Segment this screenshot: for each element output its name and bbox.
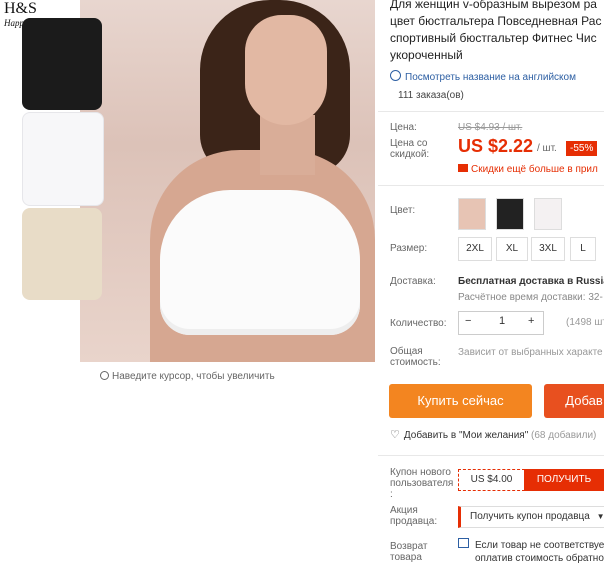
divider [378, 185, 604, 186]
size-option-xl[interactable]: XL [496, 237, 528, 261]
get-coupon-button[interactable]: ПОЛУЧИТЬ [524, 469, 604, 491]
brand-name: H&S [4, 0, 37, 17]
available-stock: (1498 шт [566, 317, 604, 328]
thumbnail-beige[interactable] [22, 208, 102, 300]
divider [378, 455, 604, 456]
shipping-value[interactable]: Бесплатная доставка в Russia [458, 276, 604, 287]
main-product-image[interactable] [80, 0, 375, 362]
thumbnail-white[interactable] [22, 112, 104, 206]
old-price: US $4.93 / шт. [458, 122, 523, 133]
discount-price-label: Цена со скидкой: [390, 138, 430, 160]
price-unit: / шт. [537, 143, 557, 154]
phone-icon [458, 164, 468, 172]
product-title: Для женщин v-образным вырезом ра цвет бю… [390, 0, 602, 62]
shipping-label: Доставка: [390, 276, 436, 287]
new-user-coupon-value: US $4.00 [458, 469, 525, 491]
chevron-down-icon: ▼ [596, 512, 604, 521]
size-option-2xl[interactable]: 2XL [458, 237, 492, 261]
color-swatch-black[interactable] [496, 198, 524, 230]
quantity-stepper[interactable]: − 1 + [458, 311, 544, 335]
size-option-l[interactable]: L [570, 237, 596, 261]
orders-count: 111 заказа(ов) [398, 90, 464, 101]
color-swatch-nude[interactable] [458, 198, 486, 230]
discount-badge: -55% [566, 141, 598, 156]
current-price: US $2.22 [458, 136, 534, 156]
seller-promo-label: Акция продавца: [390, 505, 438, 527]
color-swatch-multi[interactable] [534, 198, 562, 230]
return-icon [458, 538, 469, 548]
price-label: Цена: [390, 122, 417, 133]
size-label: Размер: [390, 243, 428, 254]
return-label: Возврат товара [390, 541, 428, 563]
seller-coupon-dropdown[interactable]: Получить купон продавца ▼ [458, 506, 604, 528]
translate-icon [390, 70, 401, 81]
color-label: Цвет: [390, 205, 416, 216]
size-option-3xl[interactable]: 3XL [531, 237, 565, 261]
quantity-input[interactable]: 1 [499, 315, 505, 327]
app-discount-note[interactable]: Скидки ещё больше в прил [458, 164, 598, 175]
product-gallery: H&S HappyShopping [0, 0, 375, 362]
buy-now-button[interactable]: Купить сейчас [389, 384, 532, 418]
magnifier-icon [100, 371, 109, 380]
add-to-cart-button[interactable]: Добав [544, 384, 604, 418]
thumbnail-black[interactable] [22, 18, 102, 110]
zoom-hint: Наведите курсор, чтобы увеличить [100, 370, 275, 382]
divider [378, 111, 604, 112]
heart-icon: ♡ [390, 429, 400, 441]
return-policy: Если товар не соответствует оплатив стои… [458, 538, 604, 565]
total-value: Зависит от выбранных характе [458, 347, 603, 358]
wishlist-link[interactable]: ♡ Добавить в "Мои желания" (68 добавили) [390, 428, 596, 441]
total-label: Общая стоимость: [390, 346, 441, 368]
quantity-label: Количество: [390, 318, 447, 329]
translate-link[interactable]: Посмотреть название на английском [390, 69, 576, 83]
quantity-decrease-button[interactable]: − [465, 315, 471, 327]
delivery-eta: Расчётное время доставки: 32- [458, 292, 603, 303]
quantity-increase-button[interactable]: + [528, 315, 534, 327]
new-user-coupon-label: Купон нового пользователя : [390, 467, 454, 500]
wishlist-count: (68 добавили) [531, 430, 597, 441]
